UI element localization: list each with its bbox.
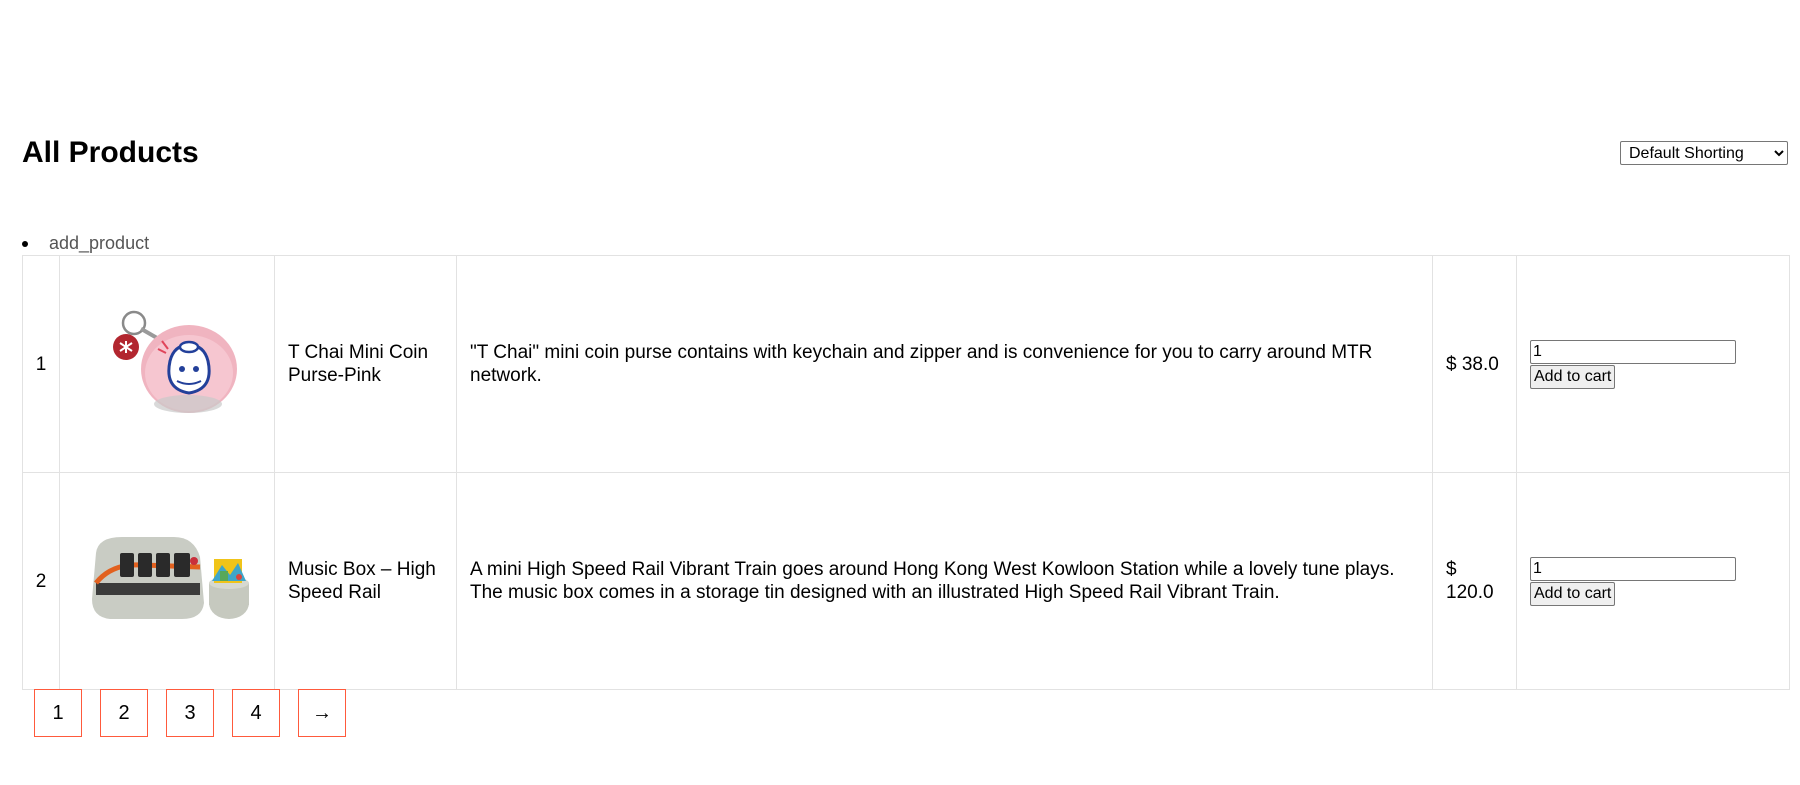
product-image-cell <box>59 472 275 690</box>
products-table: 1 T Chai Mini Coin Purse-Pink "T Chai" m… <box>22 255 1790 690</box>
next-page-arrow-icon[interactable]: → <box>298 689 346 737</box>
product-name: Music Box – High Speed Rail <box>274 472 457 690</box>
table-row: 2 Music Box – High Speed Rail A mini Hig… <box>22 472 1790 690</box>
bullet-icon <box>22 241 28 247</box>
row-index: 2 <box>22 472 60 690</box>
cart-cell: Add to cart <box>1516 472 1790 690</box>
product-description: "T Chai" mini coin purse contains with k… <box>456 255 1433 473</box>
product-image-cell <box>59 255 275 473</box>
admin-links: add_product <box>22 232 149 254</box>
cart-cell: Add to cart <box>1516 255 1790 473</box>
product-description: A mini High Speed Rail Vibrant Train goe… <box>456 472 1433 690</box>
page: All Products Default Shorting add_produc… <box>0 0 1800 785</box>
music-box-train-icon <box>92 537 249 619</box>
pagination: 1 2 3 4 → <box>34 689 346 737</box>
page-link-3[interactable]: 3 <box>166 689 214 737</box>
add-to-cart-button[interactable]: Add to cart <box>1530 364 1616 389</box>
page-link-2[interactable]: 2 <box>100 689 148 737</box>
admin-link-item: add_product <box>22 232 149 254</box>
page-title: All Products <box>22 136 199 169</box>
product-price: $ 120.0 <box>1432 472 1517 690</box>
coin-purse-keychain-icon <box>113 310 237 413</box>
page-link-4[interactable]: 4 <box>232 689 280 737</box>
add-product-link[interactable]: add_product <box>49 233 149 253</box>
sort-select[interactable]: Default Shorting <box>1620 141 1788 165</box>
table-row: 1 T Chai Mini Coin Purse-Pink "T Chai" m… <box>22 255 1790 473</box>
quantity-input[interactable] <box>1530 556 1736 581</box>
row-index: 1 <box>22 255 60 473</box>
quantity-input[interactable] <box>1530 339 1736 364</box>
product-price: $ 38.0 <box>1432 255 1517 473</box>
add-to-cart-button[interactable]: Add to cart <box>1530 581 1616 606</box>
page-link-1[interactable]: 1 <box>34 689 82 737</box>
product-name: T Chai Mini Coin Purse-Pink <box>274 255 457 473</box>
